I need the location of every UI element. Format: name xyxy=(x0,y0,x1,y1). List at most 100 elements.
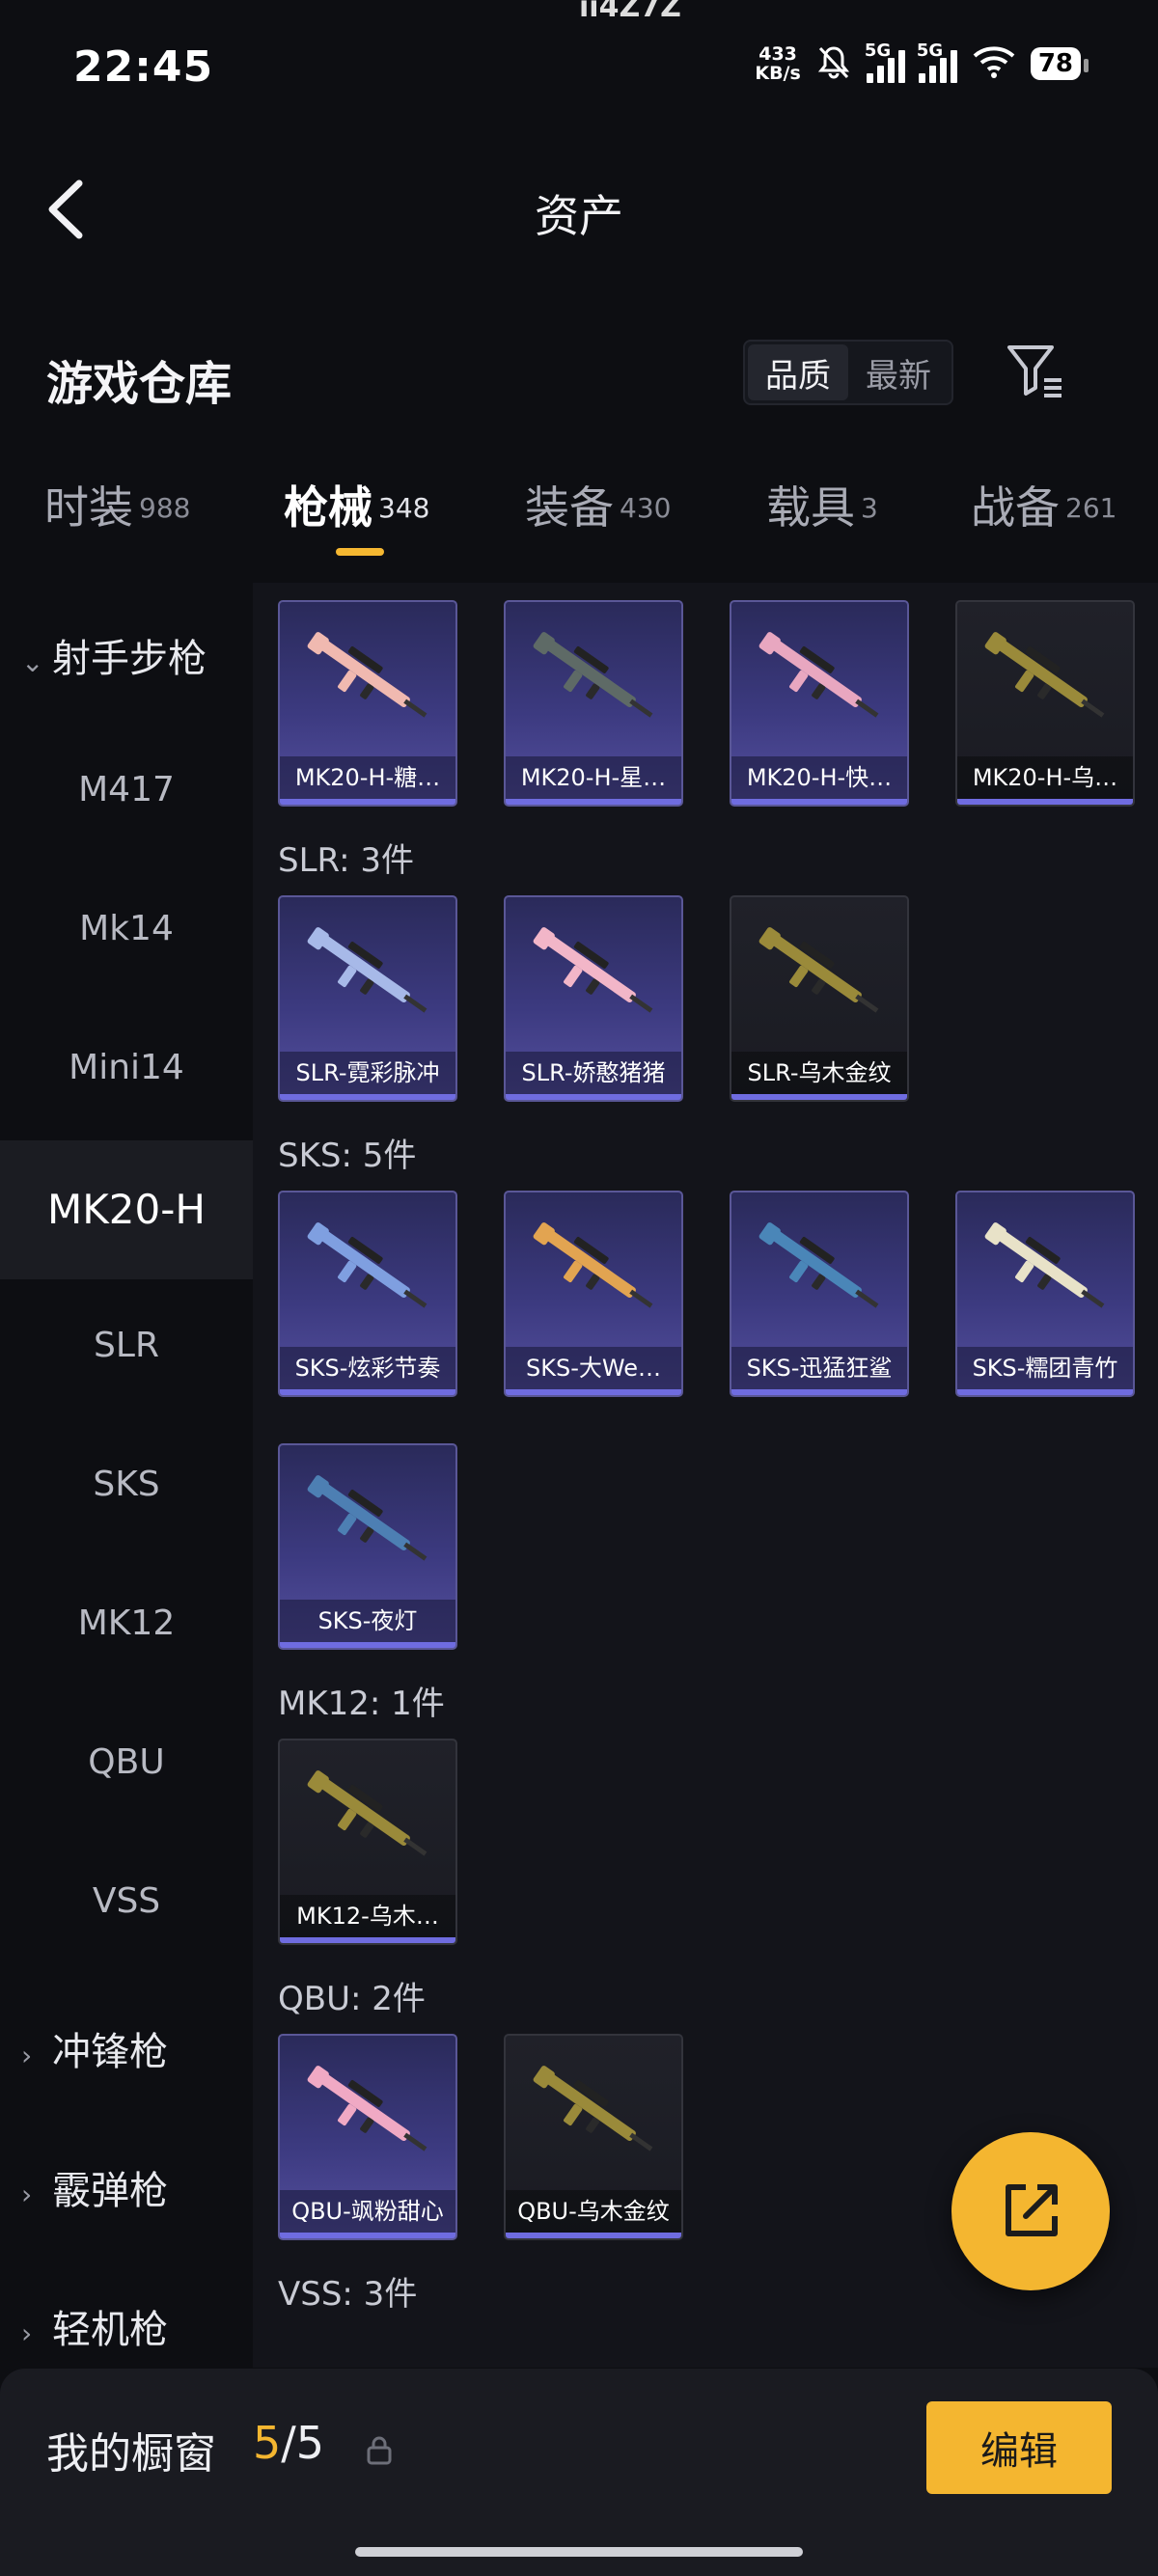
rifle-icon xyxy=(984,1222,1105,1308)
quality-strip xyxy=(731,1389,907,1395)
sidebar-item-vss[interactable]: VSS xyxy=(0,1881,253,1921)
weapon-skin-name: MK20-H-乌… xyxy=(957,756,1133,799)
weapon-skin-card[interactable]: SLR-霓彩脉冲 xyxy=(278,895,457,1102)
home-indicator xyxy=(355,2547,803,2557)
quality-strip xyxy=(506,2233,681,2238)
sidebar-item-mini14[interactable]: Mini14 xyxy=(0,1048,253,1087)
tab-fashion[interactable]: 时装 988 xyxy=(44,473,190,536)
signal-sim1-icon: 5G xyxy=(865,41,905,83)
quality-strip xyxy=(957,1389,1133,1395)
sidebar-item-qbu[interactable]: QBU xyxy=(0,1742,253,1782)
showcase-bar: 我的橱窗 5/5 编辑 xyxy=(0,2369,1158,2576)
sidebar-item-mk14[interactable]: Mk14 xyxy=(0,909,253,948)
weapon-skin-card[interactable]: QBU-乌木金纹 xyxy=(504,2034,683,2240)
rifle-icon xyxy=(307,2066,427,2151)
weapon-skin-card[interactable]: MK20-H-乌… xyxy=(955,600,1135,807)
lock-icon xyxy=(365,2434,394,2471)
wifi-icon xyxy=(971,42,1017,85)
quality-strip xyxy=(280,2233,455,2238)
edit-button[interactable]: 编辑 xyxy=(926,2401,1112,2494)
quality-strip xyxy=(506,1094,681,1100)
tab-supplies[interactable]: 战备 261 xyxy=(971,473,1117,536)
sidebar-item-m417[interactable]: M417 xyxy=(0,770,253,809)
chevron-right-icon: › xyxy=(21,2179,33,2210)
sidebar-item-mk20h[interactable]: MK20-H xyxy=(0,1140,253,1279)
rifle-icon xyxy=(533,1222,653,1308)
sort-quality-option[interactable]: 品质 xyxy=(748,344,848,400)
section-label: SKS: 5件 xyxy=(278,1137,417,1175)
chevron-right-icon: › xyxy=(21,2317,33,2349)
tab-equipment[interactable]: 装备 430 xyxy=(525,473,671,536)
weapon-skin-card[interactable]: MK20-H-糖… xyxy=(278,600,457,807)
quality-strip xyxy=(731,1094,907,1100)
sort-switch: 品质 最新 xyxy=(743,340,953,405)
net-speed: 433 KB/s xyxy=(755,43,801,84)
rifle-icon xyxy=(533,927,653,1013)
chevron-right-icon: › xyxy=(21,2040,33,2071)
weapon-skin-card[interactable]: SKS-炫彩节奏 xyxy=(278,1191,457,1397)
sidebar-item-sks[interactable]: SKS xyxy=(0,1465,253,1504)
category-tabs: 时装 988 枪械 348 装备 430 载具 3 战备 261 xyxy=(0,473,1158,560)
tab-firearms[interactable]: 枪械 348 xyxy=(284,473,429,556)
status-bar: 22:45 ıı4Z7Z 433 KB/s 5G 5G 78 xyxy=(0,0,1158,135)
weapon-skin-card[interactable]: SLR-乌木金纹 xyxy=(730,895,909,1102)
quality-strip xyxy=(506,1389,681,1395)
section-label: SLR: 3件 xyxy=(278,841,414,880)
rifle-icon xyxy=(758,927,879,1013)
rifle-icon xyxy=(533,632,653,718)
export-button[interactable] xyxy=(951,2132,1110,2290)
weapon-skin-name: SKS-迅猛狂鲨 xyxy=(731,1347,907,1389)
showcase-label: 我的橱窗 xyxy=(46,2429,216,2479)
sidebar-group-lmg[interactable]: › 轻机枪 xyxy=(0,2298,253,2354)
weapon-skin-name: SKS-糯团青竹 xyxy=(957,1347,1133,1389)
chevron-down-icon: ⌄ xyxy=(21,646,44,678)
weapon-skin-name: SKS-夜灯 xyxy=(280,1600,455,1642)
quality-strip xyxy=(280,1642,455,1648)
filter-button[interactable] xyxy=(1004,340,1067,403)
sidebar-group-shotgun[interactable]: › 霰弹枪 xyxy=(0,2159,253,2215)
weapon-skin-card[interactable]: MK12-乌木… xyxy=(278,1739,457,1945)
quality-strip xyxy=(957,799,1133,805)
page-title: 资产 xyxy=(535,190,623,242)
quality-strip xyxy=(280,1937,455,1943)
weapon-skin-card[interactable]: MK20-H-星… xyxy=(504,600,683,807)
quality-strip xyxy=(506,799,681,805)
weapon-skin-name: SLR-乌木金纹 xyxy=(731,1052,907,1094)
export-icon xyxy=(1006,2184,1058,2236)
clock: 22:45 xyxy=(73,42,214,92)
weapon-skin-name: MK20-H-快… xyxy=(731,756,907,799)
quality-strip xyxy=(280,1389,455,1395)
weapon-skin-name: MK20-H-糖… xyxy=(280,756,455,799)
weapon-skin-card[interactable]: SKS-糯团青竹 xyxy=(955,1191,1135,1397)
sort-newest-option[interactable]: 最新 xyxy=(848,344,949,400)
weapon-skin-name: SLR-霓彩脉冲 xyxy=(280,1052,455,1094)
sidebar-group-marksman[interactable]: ⌄ 射手步枪 xyxy=(0,627,253,683)
notch-text: ıı4Z7Z xyxy=(579,0,681,24)
rifle-icon xyxy=(307,1222,427,1308)
weapon-type-sidebar: ⌄ 射手步枪 M417 Mk14 Mini14 MK20-H SLR SKS MK… xyxy=(0,583,253,2368)
sidebar-item-slr[interactable]: SLR xyxy=(0,1326,253,1365)
weapon-skin-name: QBU-飒粉甜心 xyxy=(280,2190,455,2233)
warehouse-title: 游戏仓库 xyxy=(46,357,233,411)
weapon-skin-card[interactable]: QBU-飒粉甜心 xyxy=(278,2034,457,2240)
weapon-skin-card[interactable]: SKS-迅猛狂鲨 xyxy=(730,1191,909,1397)
weapon-skin-card[interactable]: SKS-夜灯 xyxy=(278,1443,457,1650)
rifle-icon xyxy=(758,1222,879,1308)
weapon-skin-card[interactable]: MK20-H-快… xyxy=(730,600,909,807)
active-tab-indicator xyxy=(336,548,384,556)
status-icons: 433 KB/s 5G 5G 78 xyxy=(755,41,1089,85)
signal-sim2-icon: 5G xyxy=(917,41,957,83)
tab-vehicles[interactable]: 载具 3 xyxy=(766,473,878,536)
rifle-icon xyxy=(307,1475,427,1561)
weapon-skin-card[interactable]: SKS-大We… xyxy=(504,1191,683,1397)
sidebar-item-mk12[interactable]: MK12 xyxy=(0,1603,253,1643)
rifle-icon xyxy=(533,2066,653,2151)
rifle-icon xyxy=(984,632,1105,718)
weapon-skin-name: SLR-娇憨猪猪 xyxy=(506,1052,681,1094)
weapon-skin-card[interactable]: SLR-娇憨猪猪 xyxy=(504,895,683,1102)
mute-icon xyxy=(814,42,853,85)
sidebar-group-smg[interactable]: › 冲锋枪 xyxy=(0,2020,253,2076)
item-grid: MK20-H-糖… MK20-H-星… MK20-H-快… MK20-H-乌… SLR:… xyxy=(253,583,1158,2368)
section-label: VSS: 3件 xyxy=(278,2275,418,2314)
weapon-skin-name: SKS-大We… xyxy=(506,1347,681,1389)
